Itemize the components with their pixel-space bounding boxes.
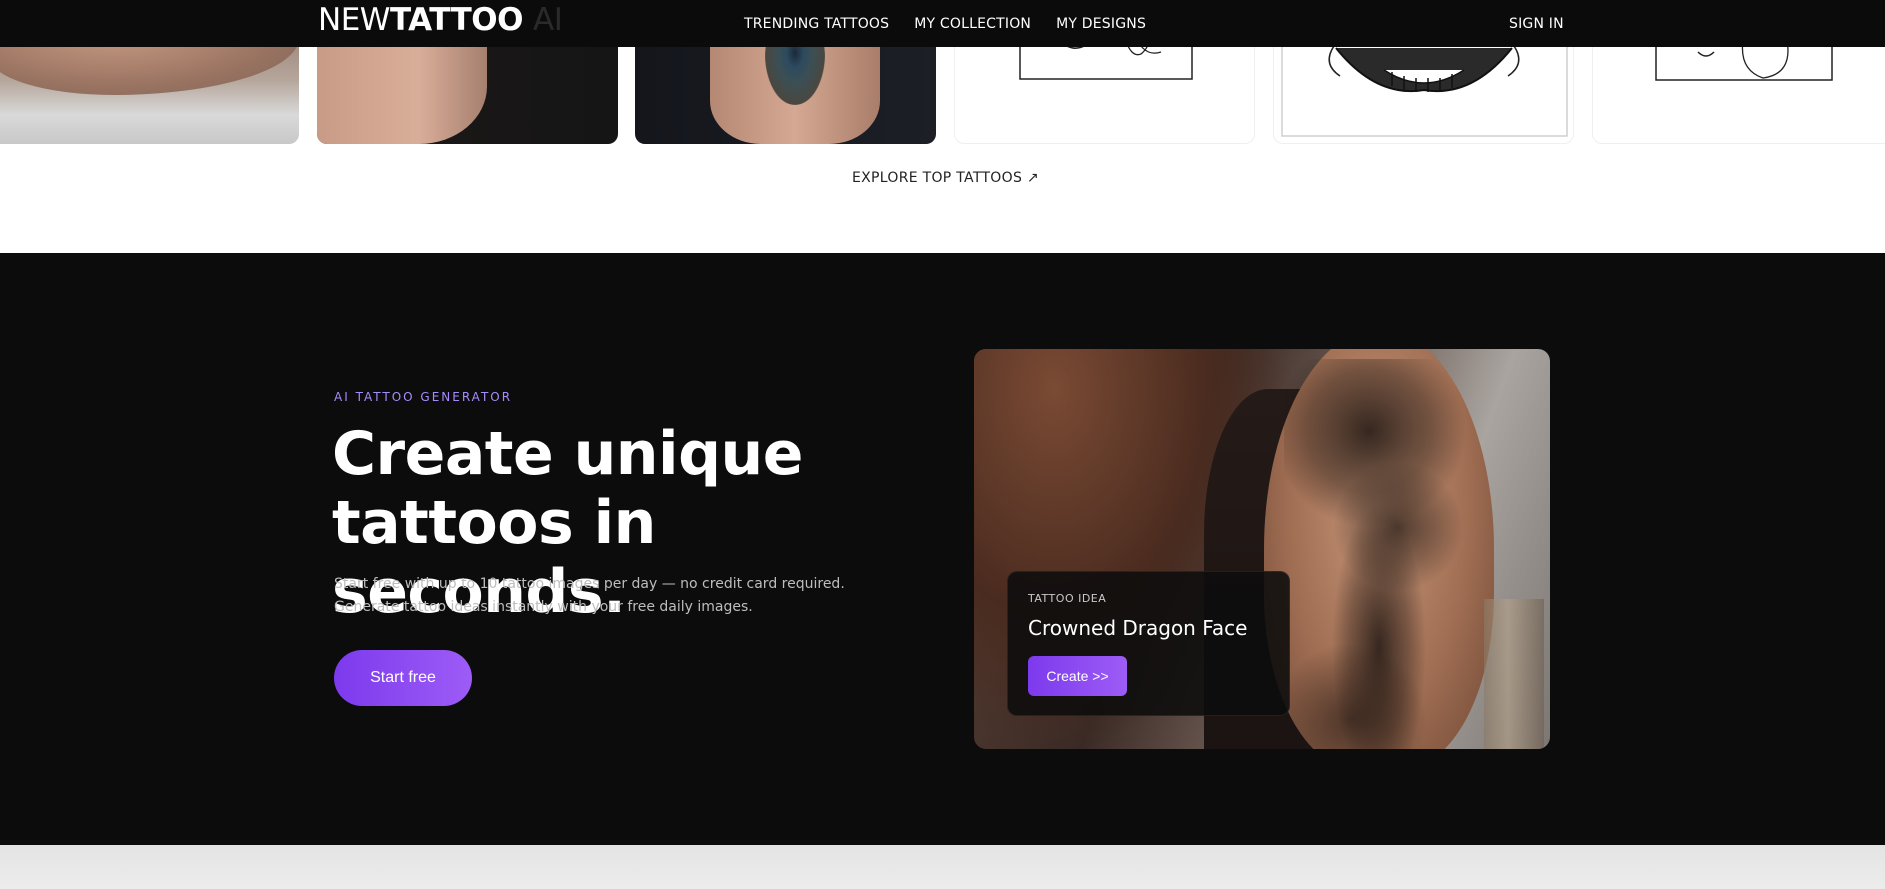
logo-text-suffix: AI — [532, 2, 563, 38]
create-idea-button[interactable]: Create >> — [1028, 656, 1127, 696]
explore-top-tattoos-link[interactable]: EXPLORE TOP TATTOOS ↗ — [852, 170, 1039, 186]
next-section-edge — [0, 845, 1885, 889]
tattoo-idea-card: TATTOO IDEA Crowned Dragon Face Create >… — [1007, 571, 1290, 716]
logo-text-light: NEW — [318, 2, 390, 38]
logo-text-bold: TATTOO — [389, 2, 524, 38]
nav-item-my-collection[interactable]: MY COLLECTION — [914, 16, 1031, 32]
hero-tattoo-image: TATTOO IDEA Crowned Dragon Face Create >… — [974, 349, 1550, 749]
start-free-button[interactable]: Start free — [334, 650, 472, 706]
hero-subcopy-line-2: Generate tattoo ideas instantly with you… — [334, 599, 753, 615]
tattoo-idea-label: TATTOO IDEA — [1028, 592, 1107, 605]
hero-section: AI TATTOO GENERATOR Create unique tattoo… — [0, 253, 1885, 845]
main-nav: TRENDING TATTOOS MY COLLECTION MY DESIGN… — [744, 16, 1146, 32]
hero-subcopy: Start free with up to 10 tattoo images p… — [334, 573, 894, 619]
nav-item-trending-tattoos[interactable]: TRENDING TATTOOS — [744, 16, 889, 32]
tattoo-idea-title: Crowned Dragon Face — [1028, 616, 1248, 640]
hero-subcopy-line-1: Start free with up to 10 tattoo images p… — [334, 576, 845, 592]
logo[interactable]: NEWTATTOO AI — [318, 2, 563, 38]
top-nav-bar: NEWTATTOO AI TRENDING TATTOOS MY COLLECTI… — [0, 0, 1885, 47]
hero-headline-line-1: Create unique — [332, 419, 803, 489]
floral-dragon-tattoo-art — [1284, 359, 1474, 749]
sign-in-link[interactable]: SIGN IN — [1509, 16, 1564, 32]
nav-item-my-designs[interactable]: MY DESIGNS — [1056, 16, 1146, 32]
hero-kicker: AI TATTOO GENERATOR — [334, 390, 513, 404]
